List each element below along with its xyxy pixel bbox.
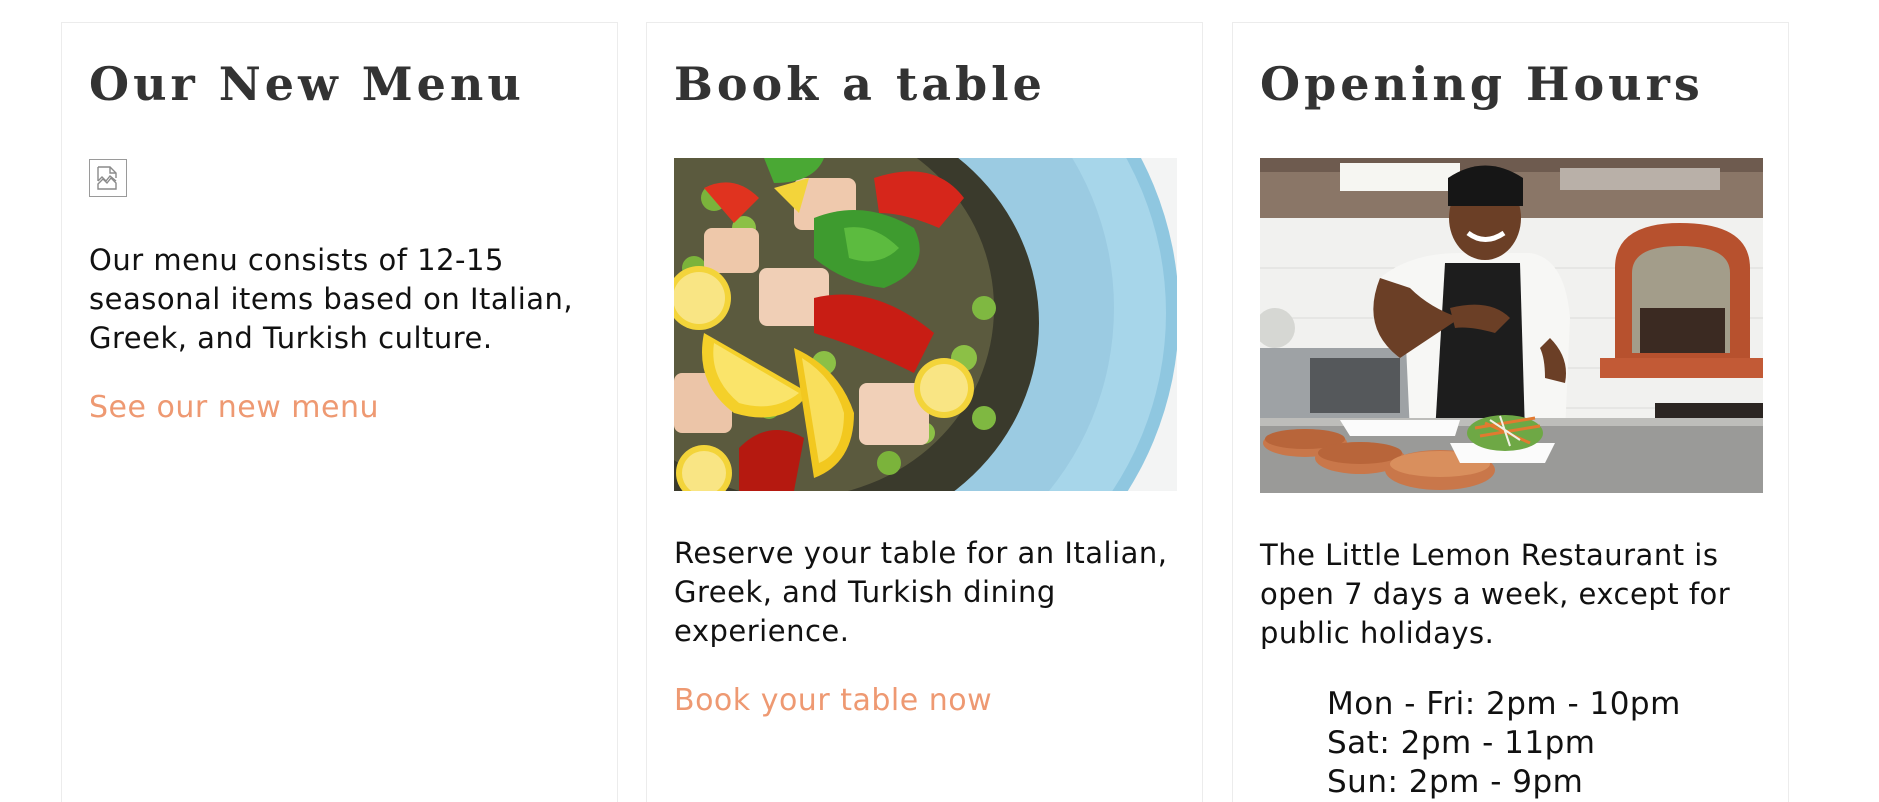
broken-image-icon	[89, 159, 127, 197]
salad-photo	[674, 158, 1177, 491]
card-new-menu: Our New Menu Our menu consists of 12-15 …	[61, 22, 618, 802]
card-description: Our menu consists of 12-15 seasonal item…	[89, 243, 574, 355]
card-description: The Little Lemon Restaurant is open 7 da…	[1260, 538, 1731, 650]
card-title: Our New Menu	[89, 57, 525, 111]
hours-saturday: Sat: 2pm - 11pm	[1327, 725, 1596, 761]
hours-list: Mon - Fri: 2pm - 10pm Sat: 2pm - 11pm Su…	[1260, 685, 1681, 802]
see-new-menu-link[interactable]: See our new menu	[89, 390, 379, 425]
hours-weekdays: Mon - Fri: 2pm - 10pm	[1327, 686, 1681, 722]
card-title: Book a table	[674, 57, 1046, 111]
card-opening-hours: Opening Hours The Little Lemon Restauran…	[1232, 22, 1789, 802]
chef-photo	[1260, 158, 1763, 493]
card-title: Opening Hours	[1260, 57, 1704, 111]
card-description: Reserve your table for an Italian, Greek…	[674, 536, 1168, 648]
card-book-table: Book a table Reserve your table for an I…	[646, 22, 1203, 802]
cards-row: Our New Menu Our menu consists of 12-15 …	[0, 0, 1879, 802]
hours-sunday: Sun: 2pm - 9pm	[1327, 764, 1584, 800]
book-table-link[interactable]: Book your table now	[674, 683, 992, 718]
